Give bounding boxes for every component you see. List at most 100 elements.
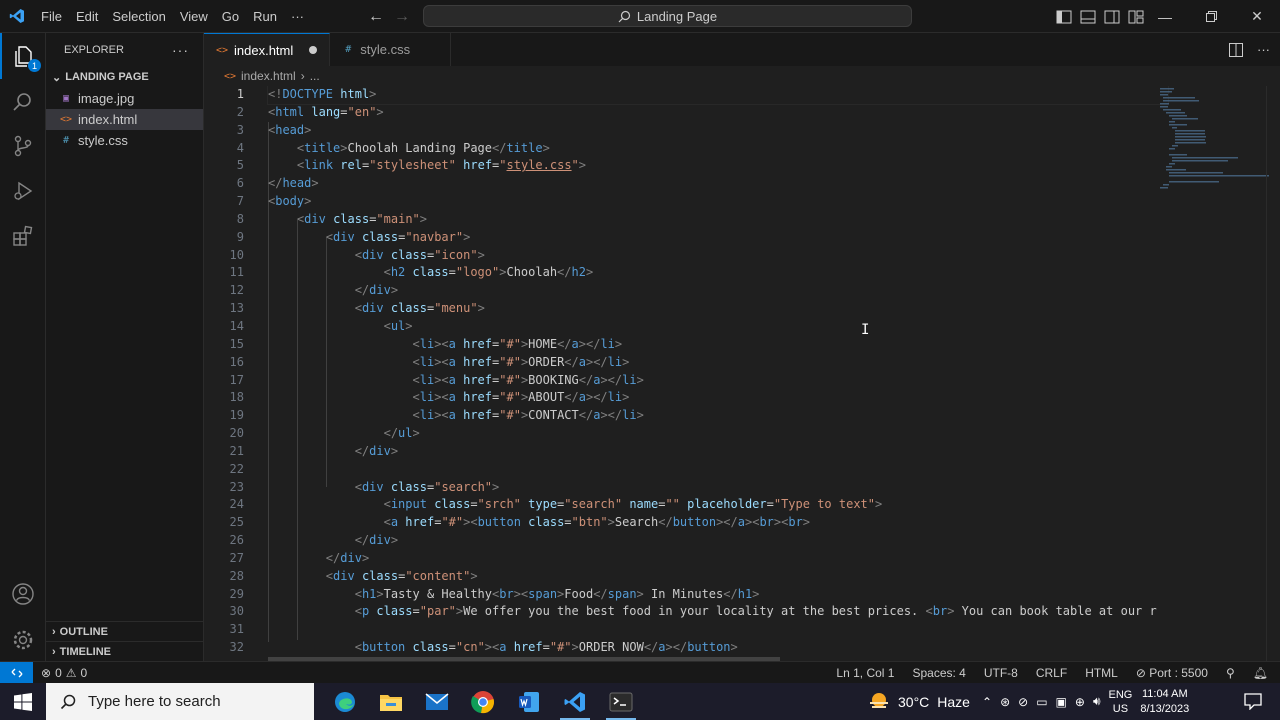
html-file-icon: <> — [216, 44, 229, 56]
clock[interactable]: 11:04 AM 8/13/2023 — [1140, 687, 1189, 717]
back-arrow-icon[interactable]: ← — [368, 8, 384, 26]
file-explorer-icon[interactable] — [368, 683, 414, 720]
more-actions-icon[interactable]: ··· — [172, 42, 189, 58]
more-actions-icon[interactable]: ··· — [1257, 42, 1270, 57]
line-number: 23 — [229, 479, 244, 494]
code-line: </ul> — [383, 426, 420, 441]
language-mode[interactable]: HTML — [1085, 666, 1118, 680]
tray-display-icon[interactable]: ▣ — [1056, 695, 1067, 709]
indentation[interactable]: Spaces: 4 — [912, 666, 965, 680]
code-line: <div class="navbar"> — [325, 229, 471, 244]
command-center-search[interactable]: Landing Page — [423, 5, 912, 27]
tray-network-off-icon[interactable]: ⊘ — [1018, 695, 1028, 709]
tray-globe-network-icon[interactable]: ⊕ — [1075, 695, 1085, 709]
cursor-position[interactable]: Ln 1, Col 1 — [836, 666, 894, 680]
forward-arrow-icon[interactable]: → — [394, 8, 410, 26]
menu-more[interactable]: ··· — [284, 0, 311, 33]
problems-indicator[interactable]: ⊗ 0 ⚠ 0 — [33, 666, 87, 680]
file-item-style-css[interactable]: # style.css — [46, 130, 203, 151]
windows-start-icon[interactable] — [0, 683, 46, 720]
code-editor[interactable]: 1 2 3 4 5 6 7 8 9 10 11 12 13 14 15 16 17 18 19 20 21 22 23 24 2… — [204, 86, 1280, 661]
tray-battery-icon[interactable]: ▭ — [1036, 695, 1047, 709]
end-of-line[interactable]: CRLF — [1036, 666, 1067, 680]
notification-center-icon[interactable] — [1244, 693, 1262, 713]
close-icon[interactable]: ✕ — [1234, 0, 1280, 33]
extensions-icon[interactable] — [0, 213, 46, 259]
line-number: 24 — [229, 497, 244, 512]
search-icon[interactable] — [0, 79, 46, 125]
title-bar: File Edit Selection View Go Run ··· ← → … — [0, 0, 1280, 33]
vertical-scrollbar[interactable] — [1266, 86, 1280, 661]
code-content[interactable]: <!DOCTYPE html> <html lang="en"> <head> … — [267, 86, 1169, 657]
unsaved-dot-icon[interactable] — [309, 46, 318, 54]
restore-icon[interactable] — [1188, 0, 1234, 33]
source-control-icon[interactable] — [0, 123, 46, 169]
line-number: 16 — [229, 354, 244, 369]
taskbar-search-placeholder: Type here to search — [88, 693, 221, 710]
code-line: <div class="search"> — [354, 479, 500, 494]
live-server-port[interactable]: ⊘ Port : 5500 — [1136, 666, 1208, 680]
menu-view[interactable]: View — [173, 0, 215, 33]
taskbar-search-box[interactable]: Type here to search — [46, 683, 314, 720]
explorer-badge: 1 — [28, 59, 41, 72]
vscode-taskbar-icon[interactable] — [552, 683, 598, 720]
accounts-icon[interactable] — [0, 571, 46, 617]
edge-browser-icon[interactable] — [322, 683, 368, 720]
code-line: <head> — [268, 122, 312, 137]
menu-selection[interactable]: Selection — [105, 0, 172, 33]
terminal-icon[interactable] — [598, 683, 644, 720]
explorer-icon[interactable]: 1 — [0, 33, 46, 79]
volume-icon[interactable]: 🔊︎ — [1093, 694, 1101, 709]
search-icon — [618, 10, 630, 22]
code-line: <input class="srch" type="search" name="… — [383, 497, 883, 512]
input-language[interactable]: ENG US — [1109, 688, 1133, 716]
breadcrumb-rest[interactable]: ... — [310, 69, 320, 83]
menu-run[interactable]: Run — [246, 0, 284, 33]
remote-indicator-icon[interactable] — [0, 661, 33, 684]
menu-file[interactable]: File — [34, 0, 69, 33]
code-line: <h1>Tasty & Healthy<br><span>Food</span>… — [354, 586, 760, 601]
code-line: <p class="par">We offer you the best foo… — [354, 604, 1157, 619]
line-number: 28 — [229, 568, 244, 583]
explorer-title: EXPLORER — [64, 43, 124, 56]
command-center-label: Landing Page — [636, 8, 718, 24]
toggle-panel-icon[interactable] — [1079, 8, 1097, 26]
encoding[interactable]: UTF-8 — [984, 666, 1018, 680]
copilot-icon[interactable]: ⚲ — [1226, 666, 1235, 680]
timeline-section[interactable]: › TIMELINE — [46, 641, 204, 661]
breadcrumb-file[interactable]: index.html — [241, 69, 296, 83]
word-icon[interactable] — [506, 683, 552, 720]
lang-region: US — [1112, 702, 1129, 715]
error-icon: ⊗ — [41, 665, 52, 680]
minimize-icon[interactable]: ― — [1142, 0, 1188, 33]
toggle-primary-sidebar-icon[interactable] — [1055, 8, 1073, 26]
manage-gear-icon[interactable] — [0, 617, 46, 663]
tab-index-html[interactable]: <> index.html — [204, 33, 331, 66]
mail-icon[interactable] — [414, 683, 460, 720]
file-item-image[interactable]: ▣ image.jpg — [46, 88, 203, 109]
minimap[interactable] — [1160, 86, 1270, 196]
html-file-icon: <> — [60, 114, 73, 125]
vscode-logo-icon — [0, 0, 34, 33]
show-hidden-icons-chevron-up-icon[interactable]: ⌃ — [982, 695, 992, 709]
file-item-index-html[interactable]: <> index.html — [46, 109, 203, 130]
menu-edit[interactable]: Edit — [69, 0, 105, 33]
outline-section[interactable]: › OUTLINE — [46, 621, 204, 641]
toggle-secondary-sidebar-icon[interactable] — [1103, 8, 1121, 26]
outline-label: OUTLINE — [59, 625, 108, 638]
run-debug-icon[interactable] — [0, 168, 46, 214]
line-number: 25 — [229, 515, 244, 530]
image-file-icon: ▣ — [62, 93, 70, 104]
weather-text: Haze — [937, 693, 970, 710]
notifications-bell-icon[interactable]: 🔔︎ — [1253, 666, 1268, 680]
chrome-icon[interactable] — [460, 683, 506, 720]
tray-app-icon[interactable]: ⊛ — [1000, 695, 1010, 709]
chevron-right-icon: › — [52, 625, 56, 638]
menu-go[interactable]: Go — [215, 0, 246, 33]
split-editor-icon[interactable] — [1229, 42, 1243, 57]
tab-style-css[interactable]: # style.css — [330, 33, 452, 66]
weather-widget[interactable]: 30°C Haze — [868, 683, 970, 720]
folder-header[interactable]: ⌄ LANDING PAGE — [46, 66, 203, 88]
layout-controls — [1055, 0, 1145, 33]
lang-code: ENG — [1108, 688, 1133, 701]
